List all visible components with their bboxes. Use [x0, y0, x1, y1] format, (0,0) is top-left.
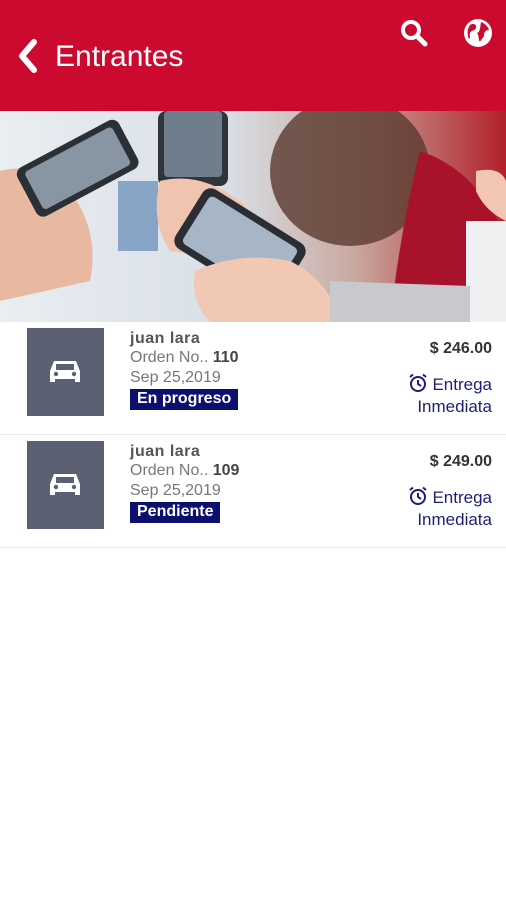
order-date: Sep 25,2019: [130, 482, 221, 499]
status-badge: Pendiente: [130, 502, 221, 523]
order-number-value: 109: [212, 462, 240, 479]
delivery-type: Entrega Inmediata: [408, 486, 492, 531]
order-number: Orden No.. 110: [130, 349, 239, 367]
banner-image: [0, 111, 506, 322]
search-button[interactable]: [399, 18, 429, 48]
back-button[interactable]: [14, 36, 44, 76]
delivery-line1: Entrega: [432, 488, 492, 507]
order-row[interactable]: juan lara Orden No.. 110 Sep 25,2019 En …: [0, 322, 506, 435]
order-label: Orden No..: [130, 462, 209, 479]
delivery-type: Entrega Inmediata: [408, 373, 492, 418]
alarm-clock-icon: [409, 373, 428, 392]
order-row[interactable]: juan lara Orden No.. 109 Sep 25,2019 Pen…: [0, 435, 506, 548]
order-thumbnail: [27, 328, 104, 416]
alarm-clock-icon: [409, 486, 428, 505]
delivery-line1: Entrega: [432, 375, 492, 394]
order-date: Sep 25,2019: [130, 369, 221, 386]
order-price: $ 249.00: [429, 453, 492, 470]
status-badge: En progreso: [130, 389, 239, 410]
order-number: Orden No.. 109: [130, 462, 239, 480]
globe-icon: [464, 19, 492, 47]
customer-name: juan lara: [130, 443, 201, 460]
order-price: $ 246.00: [429, 340, 492, 357]
customer-name: juan lara: [130, 330, 201, 347]
order-number-value: 110: [212, 349, 239, 366]
chevron-left-icon: [19, 39, 37, 73]
order-label: Orden No..: [130, 349, 209, 366]
language-button[interactable]: [462, 17, 494, 49]
app-bar: Entrantes: [0, 0, 506, 111]
order-thumbnail: [27, 441, 104, 529]
car-icon: [50, 361, 80, 382]
car-icon: [50, 474, 80, 495]
search-icon: [401, 20, 428, 47]
delivery-line2: Inmediata: [417, 510, 492, 529]
page-title: Entrantes: [55, 40, 184, 73]
delivery-line2: Inmediata: [417, 397, 492, 416]
